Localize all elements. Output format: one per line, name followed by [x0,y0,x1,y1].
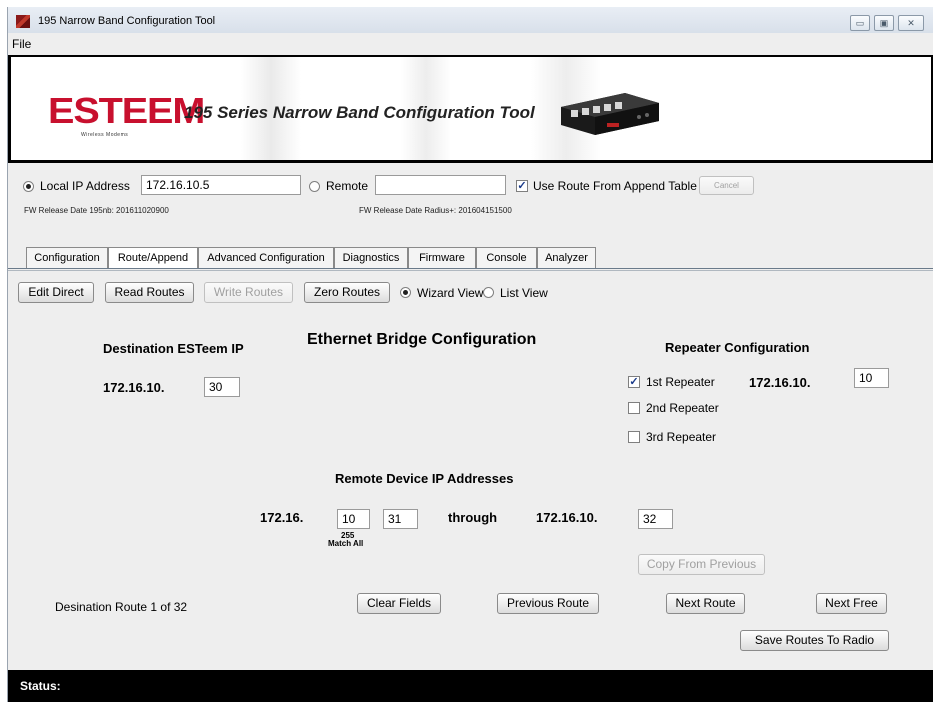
destination-heading: Destination ESTeem IP [103,341,244,356]
tab-divider [8,268,933,269]
fw-release-195nb: FW Release Date 195nb: 201611020900 [24,206,169,215]
window-title: 195 Narrow Band Configuration Tool [38,15,216,27]
title-bar: 195 Narrow Band Configuration Tool ▭ ▣ ✕ [8,7,933,33]
local-ip-label: Local IP Address [40,179,130,193]
tab-console[interactable]: Console [476,247,537,268]
list-view-label: List View [500,286,548,300]
remote-label: Remote [326,179,369,193]
remote-octet4-start-input[interactable]: 31 [383,509,418,529]
tab-divider [8,270,933,271]
status-label: Status: [20,679,61,693]
first-repeater-label: 1st Repeater [646,375,715,389]
fw-release-radius: FW Release Date Radius+: 201604151500 [359,206,512,215]
destination-prefix: 172.16.10. [103,380,165,395]
copy-from-previous-button[interactable]: Copy From Previous [638,554,765,575]
esteem-logo: ESTEEM [48,90,205,131]
next-route-button[interactable]: Next Route [666,593,745,614]
hint-label: Match All [328,539,364,548]
tab-route-append[interactable]: Route/Append [108,247,198,268]
remote-radio[interactable] [309,181,320,192]
wizard-view-radio[interactable] [400,287,411,298]
remote-octet4-end-input[interactable]: 32 [638,509,673,529]
banner-title: 195 Series Narrow Band Configuration Too… [184,103,535,122]
destination-ip-input[interactable]: 30 [204,377,240,397]
bridge-title: Ethernet Bridge Configuration [307,331,537,348]
use-route-checkbox[interactable]: ✓ [516,180,528,192]
save-routes-button[interactable]: Save Routes To Radio [740,630,889,651]
edit-direct-button[interactable]: Edit Direct [18,282,94,303]
remote-octet3-input[interactable]: 10 [337,509,370,529]
write-routes-button[interactable]: Write Routes [204,282,293,303]
menu-bar: File [8,33,933,55]
radio-device-icon [561,93,659,135]
second-repeater-label: 2nd Repeater [646,401,719,415]
third-repeater-checkbox[interactable] [628,431,640,443]
remote-devices-heading: Remote Device IP Addresses [335,471,514,486]
clear-fields-button[interactable]: Clear Fields [357,593,441,614]
zero-routes-button[interactable]: Zero Routes [304,282,390,303]
first-repeater-input[interactable]: 10 [854,368,889,388]
use-route-label: Use Route From Append Table [533,179,697,193]
menu-file[interactable]: File [12,37,31,51]
remote-ip-prefix: 172.16. [260,510,304,525]
list-view-radio[interactable] [483,287,494,298]
status-bar: Status: [8,670,933,702]
third-repeater-label: 3rd Repeater [646,430,717,444]
banner: ESTEEM Wireless Modems 195 Series Narrow… [8,55,933,163]
second-repeater-checkbox[interactable] [628,402,640,414]
local-ip-radio[interactable] [23,181,34,192]
first-repeater-prefix: 172.16.10. [749,375,811,390]
remote-end-prefix: 172.16.10. [536,510,598,525]
repeater-heading: Repeater Configuration [665,340,810,355]
logo-subtitle: Wireless Modems [81,132,129,138]
banner-panel: ESTEEM Wireless Modems 195 Series Narrow… [11,57,931,160]
minimize-icon[interactable]: ▭ [850,15,870,31]
previous-route-button[interactable]: Previous Route [497,593,599,614]
through-label: through [448,510,498,525]
cancel-button[interactable]: Cancel [699,176,754,195]
close-icon[interactable]: ✕ [898,15,924,31]
tab-firmware[interactable]: Firmware [408,247,476,268]
tab-diagnostics[interactable]: Diagnostics [334,247,408,268]
first-repeater-checkbox[interactable]: ✓ [628,376,640,388]
read-routes-button[interactable]: Read Routes [105,282,194,303]
remote-ip-input[interactable] [375,175,506,195]
next-free-button[interactable]: Next Free [816,593,887,614]
local-ip-input[interactable]: 172.16.10.5 [141,175,301,195]
wizard-view-label: Wizard View [417,286,484,300]
maximize-icon[interactable]: ▣ [874,15,894,31]
app-icon [16,15,30,28]
tab-advanced-configuration[interactable]: Advanced Configuration [198,247,334,268]
tab-configuration[interactable]: Configuration [26,247,108,268]
application-window: 195 Narrow Band Configuration Tool ▭ ▣ ✕… [7,7,933,702]
route-info: Desination Route 1 of 32 [55,600,188,614]
tab-analyzer[interactable]: Analyzer [537,247,596,268]
